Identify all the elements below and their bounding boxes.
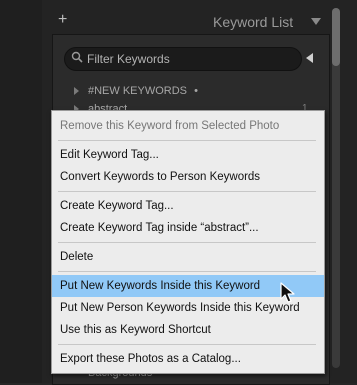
menu-item-create-keyword-tag[interactable]: Create Keyword Tag... <box>52 195 324 217</box>
menu-separator <box>58 140 316 141</box>
scrollbar-thumb[interactable] <box>332 8 340 66</box>
plus-icon[interactable]: + <box>58 12 67 28</box>
menu-separator <box>58 191 316 192</box>
panel-title[interactable]: Keyword List <box>213 14 293 30</box>
collapse-triangle-icon[interactable] <box>311 18 321 25</box>
menu-separator <box>58 271 316 272</box>
menu-item-export-catalog[interactable]: Export these Photos as a Catalog... <box>52 348 324 370</box>
keyword-marker: • <box>194 85 198 97</box>
keyword-label: #NEW KEYWORDS <box>88 85 188 97</box>
context-menu: Remove this Keyword from Selected Photo … <box>51 110 325 374</box>
menu-item-edit-keyword-tag[interactable]: Edit Keyword Tag... <box>52 144 324 166</box>
menu-separator <box>58 344 316 345</box>
menu-separator <box>58 242 316 243</box>
search-icon <box>71 51 83 63</box>
menu-item-create-keyword-tag-inside[interactable]: Create Keyword Tag inside “abstract”... <box>52 217 324 239</box>
disclosure-triangle-icon[interactable] <box>74 87 79 95</box>
left-panel-edge <box>0 0 42 383</box>
menu-item-convert-person-keywords[interactable]: Convert Keywords to Person Keywords <box>52 166 324 188</box>
keyword-row[interactable]: #NEW KEYWORDS • <box>88 84 198 98</box>
mouse-pointer-icon <box>280 282 295 303</box>
filter-placeholder: Filter Keywords <box>87 52 170 66</box>
menu-item-remove-keyword[interactable]: Remove this Keyword from Selected Photo <box>52 115 324 137</box>
filter-options-icon[interactable] <box>306 53 313 63</box>
menu-item-delete[interactable]: Delete <box>52 246 324 268</box>
menu-item-use-as-shortcut[interactable]: Use this as Keyword Shortcut <box>52 319 324 341</box>
